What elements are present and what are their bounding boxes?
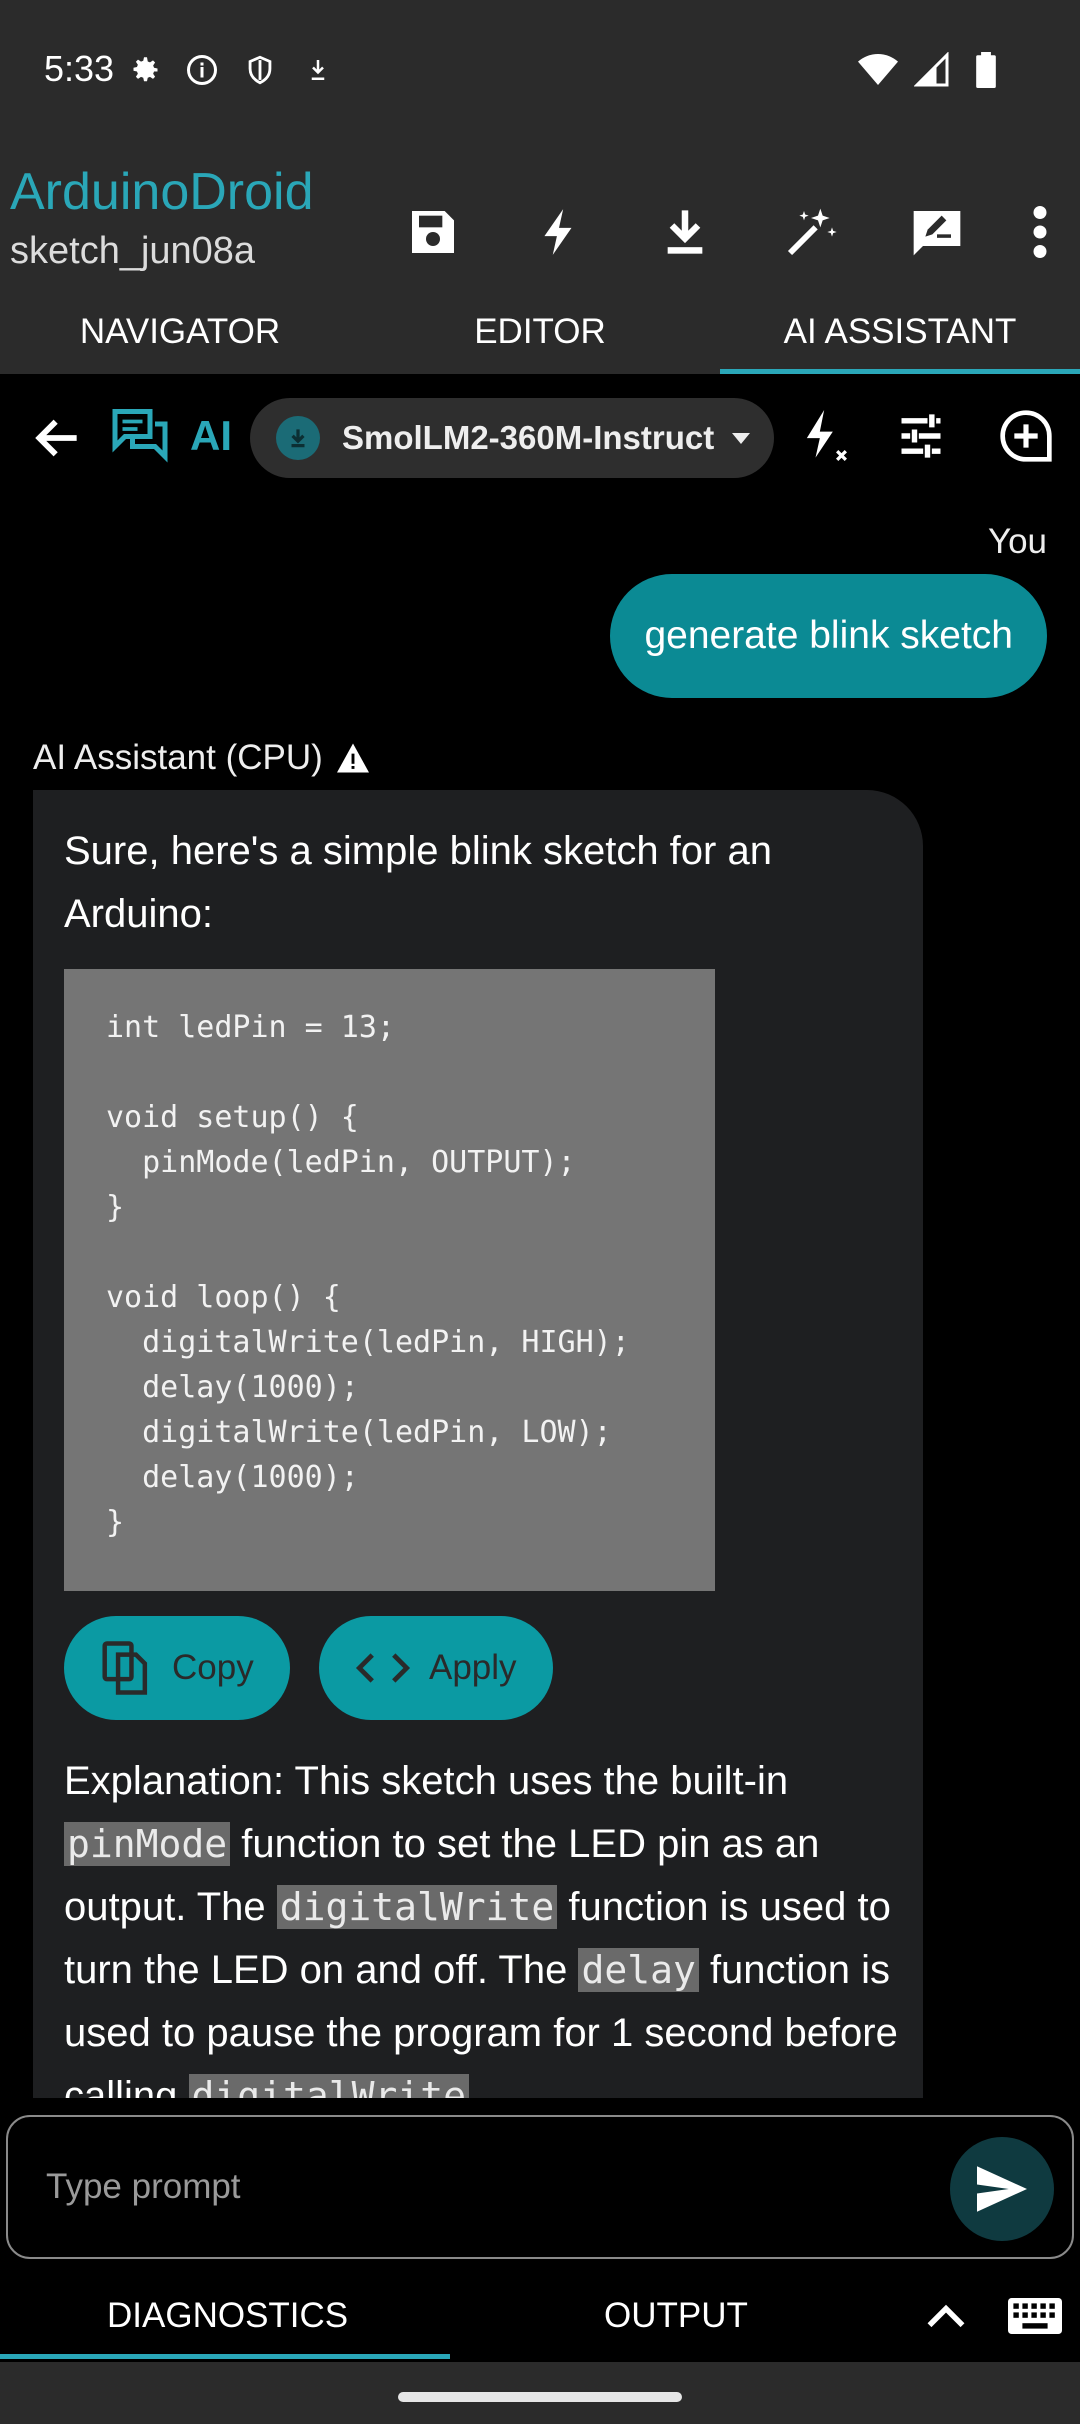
chevron-up-icon	[927, 2304, 965, 2328]
upload-button[interactable]	[622, 182, 748, 282]
code-icon	[355, 1653, 411, 1683]
user-label: You	[987, 522, 1047, 561]
chevron-down-icon	[732, 432, 751, 444]
app-title: ArduinoDroid	[10, 163, 314, 221]
warning-icon	[336, 743, 369, 773]
inline-code: delay	[578, 1948, 699, 1992]
chat-toolbar: AI SmolLM2-360M-Instruct	[0, 374, 1080, 500]
tune-icon	[901, 414, 941, 458]
prompt-box	[6, 2115, 1074, 2259]
back-button[interactable]	[30, 410, 94, 474]
shield-icon	[240, 50, 280, 90]
main-tabs: NAVIGATOR EDITOR AI ASSISTANT	[0, 300, 1080, 374]
navigation-bar	[0, 2362, 1080, 2424]
ai-message-header: AI Assistant (CPU)	[33, 738, 371, 778]
home-gesture-bar[interactable]	[398, 2392, 682, 2402]
send-icon	[977, 2166, 1027, 2212]
tab-output[interactable]: OUTPUT	[604, 2296, 748, 2336]
expand-panel-button[interactable]	[924, 2300, 968, 2340]
overflow-menu-button[interactable]	[1000, 182, 1080, 282]
ai-message: Sure, here's a simple blink sketch for a…	[33, 790, 923, 2098]
more-vert-icon	[1033, 206, 1047, 258]
user-message: generate blink sketch	[610, 574, 1047, 698]
lightning-icon	[544, 209, 572, 255]
app-bar: ArduinoDroid sketch_jun08a	[0, 142, 1080, 312]
apply-button[interactable]: Apply	[319, 1616, 553, 1720]
active-tab-indicator	[0, 2354, 450, 2359]
code-content: int ledPin = 13; void setup() { pinMode(…	[106, 1010, 630, 1540]
model-selector[interactable]: SmolLM2-360M-Instruct	[250, 398, 774, 478]
new-chat-button[interactable]	[994, 404, 1058, 468]
info-icon	[182, 50, 222, 90]
battery-icon	[966, 50, 1006, 90]
download-status-icon	[298, 50, 338, 90]
copy-button[interactable]: Copy	[64, 1616, 290, 1720]
flash-off-button[interactable]	[790, 404, 854, 468]
save-button[interactable]	[370, 182, 496, 282]
magic-wand-icon	[787, 208, 837, 256]
ai-intro-text: Sure, here's a simple blink sketch for a…	[64, 829, 772, 936]
ai-label: AI	[190, 412, 232, 459]
feedback-button[interactable]	[874, 182, 1000, 282]
tab-editor[interactable]: EDITOR	[360, 300, 720, 374]
arrow-back-icon	[35, 419, 77, 457]
keyboard-icon	[1008, 2298, 1062, 2334]
send-button[interactable]	[950, 2137, 1054, 2241]
wifi-icon	[858, 50, 898, 90]
code-block: int ledPin = 13; void setup() { pinMode(…	[64, 969, 715, 1591]
settings-icon	[124, 50, 164, 90]
tab-diagnostics[interactable]: DIAGNOSTICS	[107, 2296, 348, 2336]
flash-off-icon	[806, 410, 847, 461]
model-name: SmolLM2-360M-Instruct	[342, 419, 715, 456]
apply-label: Apply	[429, 1648, 517, 1687]
add-comment-icon	[1000, 410, 1052, 462]
compile-button[interactable]	[496, 182, 622, 282]
sketch-name: sketch_jun08a	[10, 230, 256, 272]
download-icon	[276, 416, 320, 460]
chat-messages[interactable]: You generate blink sketch AI Assistant (…	[0, 500, 1080, 2098]
inline-code: digitalWrite	[276, 1885, 558, 1929]
settings-tune-button[interactable]	[889, 404, 953, 468]
ai-explanation: Explanation: This sketch uses the built-…	[64, 1750, 904, 2098]
bottom-panel-tabs: DIAGNOSTICS OUTPUT	[0, 2270, 1080, 2362]
magic-wand-button[interactable]	[748, 182, 874, 282]
chat-icon	[110, 404, 174, 468]
status-time: 5:33	[44, 48, 115, 89]
download-icon	[667, 210, 703, 254]
copy-icon	[102, 1641, 148, 1695]
prompt-input[interactable]	[46, 2157, 926, 2217]
inline-code: pinMode	[64, 1822, 231, 1866]
copy-label: Copy	[172, 1648, 254, 1687]
signal-icon	[912, 50, 952, 90]
feedback-edit-icon	[913, 211, 961, 256]
status-bar: 5:33	[0, 0, 1080, 142]
tab-ai-assistant[interactable]: AI ASSISTANT	[720, 300, 1080, 374]
inline-code: digitalWrite	[188, 2074, 470, 2098]
ai-label: AI Assistant (CPU)	[33, 738, 323, 777]
tab-navigator[interactable]: NAVIGATOR	[0, 300, 360, 374]
keyboard-button[interactable]	[1008, 2298, 1062, 2343]
save-icon	[412, 211, 454, 253]
